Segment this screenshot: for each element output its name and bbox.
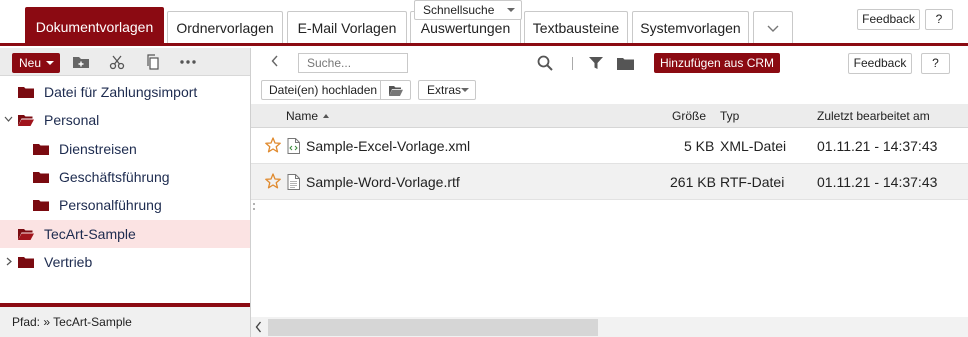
table-header: Name Größe Typ Zuletzt bearbeitet am: [251, 104, 968, 128]
new-button[interactable]: Neu: [12, 53, 60, 73]
caret-down-icon: [461, 88, 469, 92]
folder-open-icon: [389, 86, 403, 96]
tab-email-vorlagen[interactable]: E-Mail Vorlagen: [287, 11, 407, 44]
scroll-left-icon[interactable]: [255, 321, 262, 333]
help-button[interactable]: ?: [921, 53, 950, 74]
feedback-button[interactable]: Feedback: [848, 53, 912, 74]
folder-icon: [33, 200, 49, 211]
expanded-chevron-icon[interactable]: [4, 116, 13, 122]
path-breadcrumb: Pfad: » TecArt-Sample: [0, 307, 250, 337]
search-icon[interactable]: [537, 55, 553, 71]
table-row[interactable]: Sample-Excel-Vorlage.xml 5 KB XML-Datei …: [251, 128, 968, 164]
back-chevron-icon[interactable]: [271, 55, 279, 67]
file-type: XML-Datei: [720, 138, 787, 154]
help-button-top[interactable]: ?: [925, 9, 953, 30]
tree-item-label: Datei für Zahlungsimport: [44, 84, 198, 100]
tree-item-label: TecArt-Sample: [44, 226, 136, 242]
extras-label: Extras: [427, 83, 462, 97]
upload-files-button[interactable]: Datei(en) hochladen: [261, 80, 381, 100]
tree-item-personalfuehrung[interactable]: Personalführung: [0, 191, 250, 219]
tree-item-label: Personal: [44, 112, 100, 128]
tree-item-label: Vertrieb: [44, 254, 93, 270]
tab-ordnervorlagen[interactable]: Ordnervorlagen: [167, 11, 283, 44]
tree-item-personal[interactable]: Personal: [0, 106, 250, 134]
extras-select[interactable]: Extras: [418, 80, 476, 100]
tree-item-tecart-sample[interactable]: TecArt-Sample: [0, 220, 250, 248]
table-row[interactable]: Sample-Word-Vorlage.rtf 261 KB RTF-Datei…: [251, 164, 968, 200]
file-size: 261 KB: [670, 174, 716, 190]
open-folder-button[interactable]: [381, 80, 411, 100]
tree-item-vertrieb[interactable]: Vertrieb: [0, 248, 250, 276]
more-options-icon[interactable]: [179, 54, 197, 70]
tree-item-zahlungsimport[interactable]: Datei für Zahlungsimport: [0, 78, 250, 106]
star-icon[interactable]: [265, 173, 281, 189]
folder-tree: Datei für Zahlungsimport Personal Dienst…: [0, 77, 250, 303]
column-header-label: Name: [286, 109, 319, 123]
collapsed-chevron-icon[interactable]: [6, 257, 12, 266]
chevron-down-icon: [767, 25, 779, 32]
tree-item-label: Personalführung: [59, 197, 162, 213]
new-button-label: Neu: [19, 56, 42, 70]
folder-icon: [33, 172, 49, 183]
folder-open-icon: [18, 229, 34, 240]
cut-icon[interactable]: [108, 54, 126, 70]
file-size: 5 KB: [684, 138, 715, 154]
search-input[interactable]: [298, 53, 408, 73]
copy-icon[interactable]: [144, 54, 162, 70]
column-header-size[interactable]: Größe: [672, 109, 706, 123]
file-type: RTF-Datei: [720, 174, 785, 190]
filter-icon[interactable]: [589, 56, 603, 70]
file-modified: 01.11.21 - 14:37:43: [817, 174, 938, 190]
folder-icon[interactable]: [617, 57, 634, 70]
file-name[interactable]: Sample-Excel-Vorlage.xml: [306, 138, 470, 154]
folder-icon: [33, 144, 49, 155]
tree-item-dienstreisen[interactable]: Dienstreisen: [0, 135, 250, 163]
column-header-name[interactable]: Name: [286, 109, 330, 123]
folder-toolbar: Neu: [0, 48, 250, 76]
quicksearch-label: Schnellsuche: [423, 3, 495, 17]
column-header-type[interactable]: Typ: [720, 109, 739, 123]
add-folder-icon[interactable]: [72, 54, 90, 70]
tree-item-geschaeftsfuehrung[interactable]: Geschäftsführung: [0, 163, 250, 191]
folder-open-icon: [18, 115, 34, 126]
caret-down-icon: [46, 61, 54, 65]
feedback-button-top[interactable]: Feedback: [857, 9, 920, 30]
tab-bar-underline: [0, 43, 968, 46]
column-header-modified[interactable]: Zuletzt bearbeitet am: [817, 109, 930, 123]
quicksearch-select[interactable]: Schnellsuche: [414, 0, 522, 20]
tab-dokumentvorlagen[interactable]: Dokumentvorlagen: [25, 7, 164, 44]
xml-file-icon: [287, 138, 300, 154]
tab-textbausteine[interactable]: Textbausteine: [524, 11, 628, 44]
star-icon[interactable]: [265, 137, 281, 153]
toolbar-separator: [572, 57, 573, 70]
tab-systemvorlagen[interactable]: Systemvorlagen: [632, 11, 749, 44]
sort-ascending-icon: [323, 114, 330, 118]
add-from-crm-button[interactable]: Hinzufügen aus CRM: [654, 53, 780, 73]
folder-icon: [18, 87, 34, 98]
caret-down-icon: [507, 8, 515, 12]
folder-icon: [18, 257, 34, 268]
tree-item-label: Dienstreisen: [59, 141, 137, 157]
file-modified: 01.11.21 - 14:37:43: [817, 138, 938, 154]
scrollbar-thumb[interactable]: [268, 319, 598, 336]
tree-item-label: Geschäftsführung: [59, 169, 170, 185]
more-tabs-button[interactable]: [753, 11, 793, 44]
text-file-icon: [287, 174, 300, 190]
file-name[interactable]: Sample-Word-Vorlage.rtf: [306, 174, 460, 190]
